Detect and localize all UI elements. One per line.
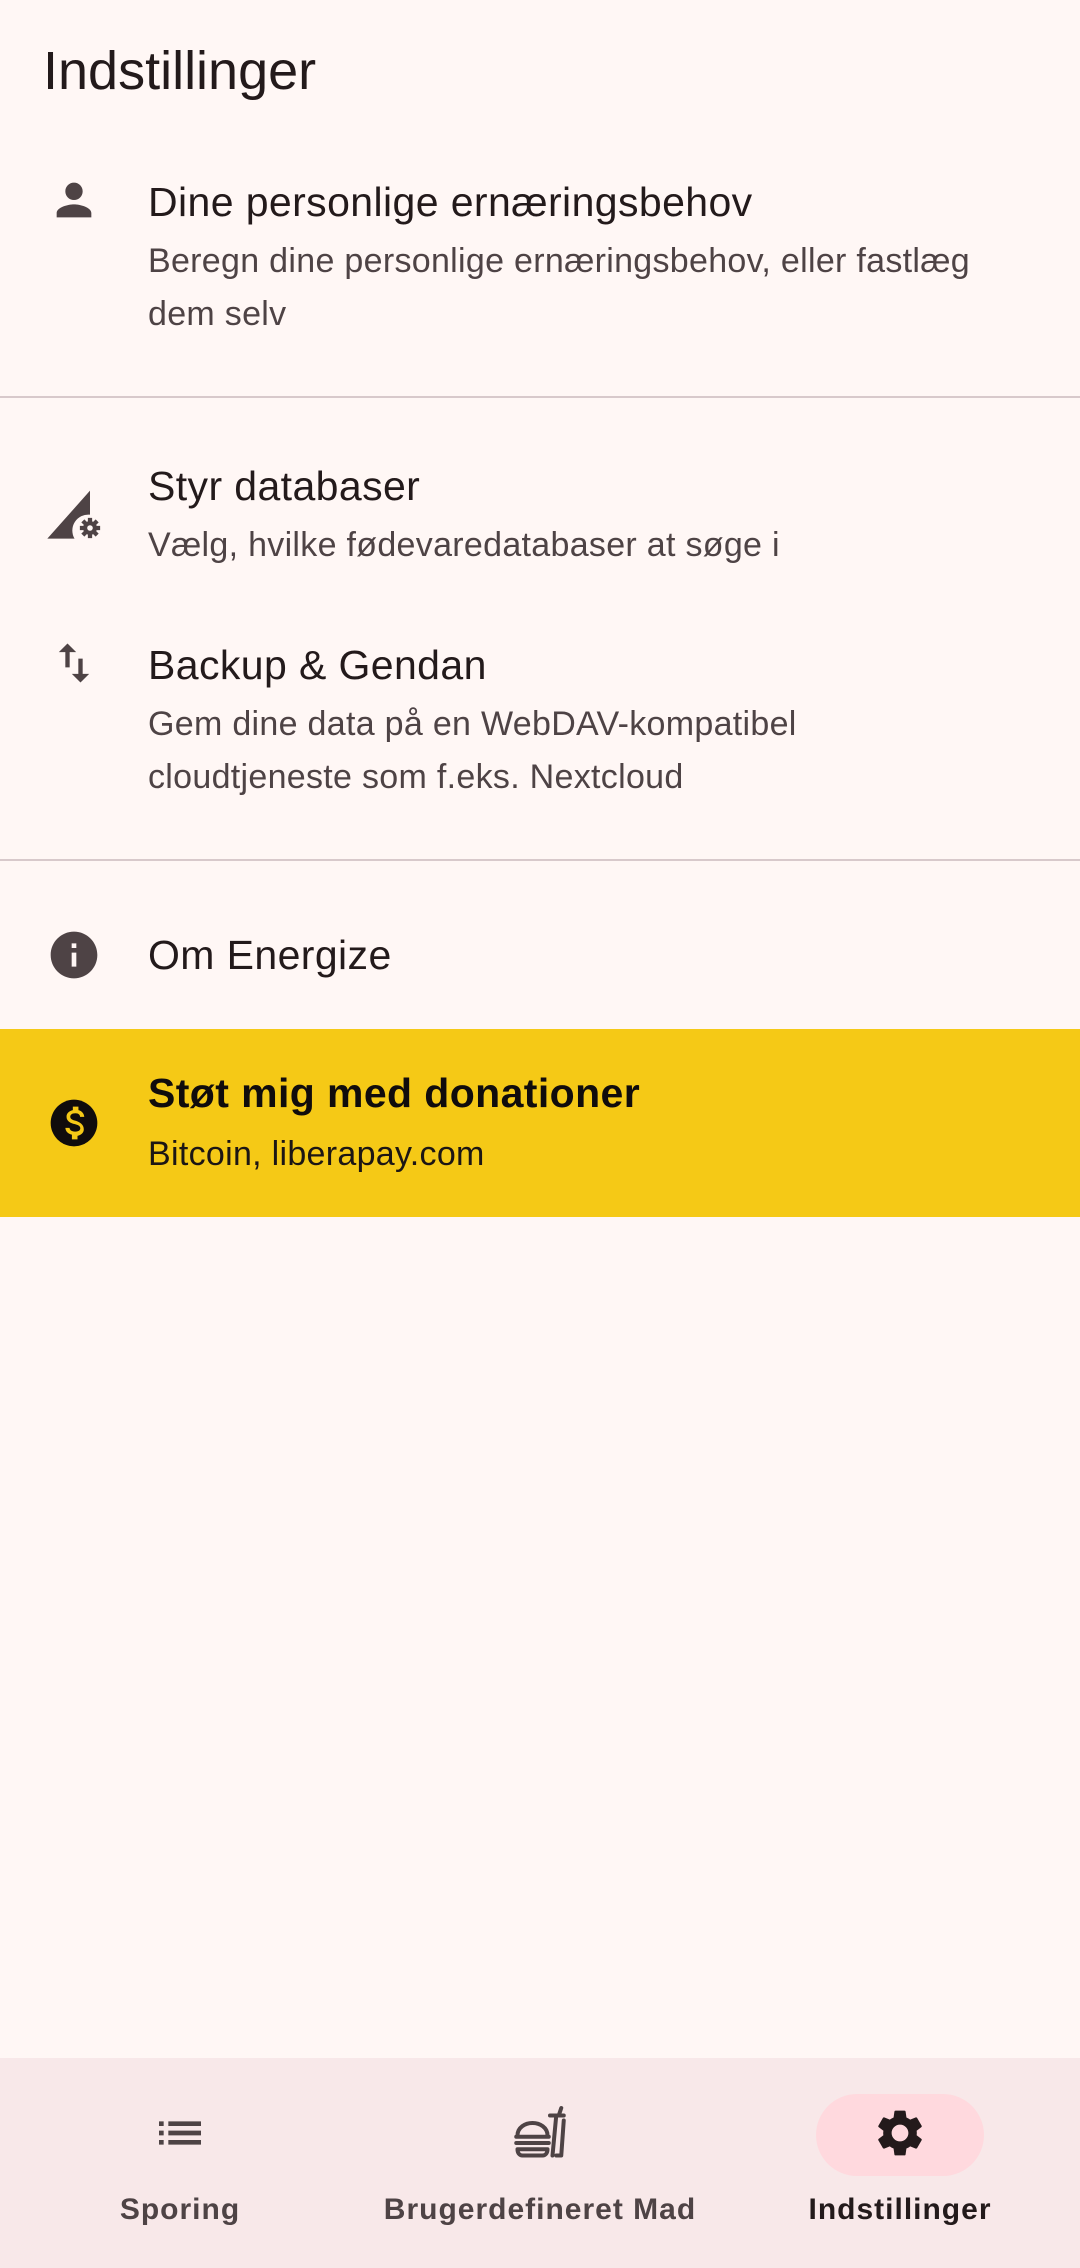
settings-item-backup-restore[interactable]: Backup & Gendan Gem dine data på en WebD…	[0, 623, 1080, 813]
import-export-icon	[42, 631, 106, 695]
page-title: Indstillinger	[43, 41, 317, 101]
bottom-navigation: Sporing Brugerdefineret Mad Indstillinge…	[0, 2058, 1080, 2268]
donate-title: Støt mig med donationer	[148, 1070, 641, 1116]
info-icon	[42, 923, 106, 987]
settings-item-title: Backup & Gendan	[148, 642, 487, 688]
divider	[0, 396, 1080, 398]
nav-active-indicator	[816, 2094, 984, 2176]
nav-label: Indstillinger	[808, 2193, 992, 2226]
nav-tab-custom-food[interactable]: Brugerdefineret Mad	[360, 2058, 720, 2268]
settings-item-about[interactable]: Om Energize	[0, 905, 1080, 1005]
settings-item-subtitle: Gem dine data på en WebDAV-kompatibel cl…	[148, 705, 797, 796]
list-icon	[152, 2105, 208, 2166]
settings-item-personal-nutrition[interactable]: Dine personlige ernæringsbehov Beregn di…	[0, 160, 1080, 370]
dollar-icon	[42, 1091, 106, 1155]
nav-icon-container	[96, 2094, 264, 2176]
divider	[0, 859, 1080, 861]
settings-item-subtitle: Vælg, hvilke fødevaredatabaser at søge i	[148, 526, 780, 564]
settings-item-subtitle: Beregn dine personlige ernæringsbehov, e…	[148, 242, 971, 333]
settings-item-title: Dine personlige ernæringsbehov	[148, 179, 753, 225]
nav-tab-sporing[interactable]: Sporing	[0, 2058, 360, 2268]
nav-tab-settings[interactable]: Indstillinger	[720, 2058, 1080, 2268]
donate-subtitle: Bitcoin, liberapay.com	[148, 1135, 485, 1173]
network-settings-icon	[42, 480, 106, 544]
gear-icon	[872, 2105, 928, 2166]
person-icon	[42, 168, 106, 232]
fastfood-icon	[510, 2103, 570, 2168]
settings-item-databases[interactable]: Styr databaser Vælg, hvilke fødevaredata…	[0, 444, 1080, 574]
settings-item-title: Om Energize	[148, 932, 392, 978]
nav-icon-container	[456, 2094, 624, 2176]
nav-label: Sporing	[119, 2193, 241, 2226]
settings-item-title: Styr databaser	[148, 463, 421, 509]
nav-label: Brugerdefineret Mad	[383, 2193, 697, 2226]
settings-item-donate[interactable]: Støt mig med donationer Bitcoin, liberap…	[0, 1029, 1080, 1217]
